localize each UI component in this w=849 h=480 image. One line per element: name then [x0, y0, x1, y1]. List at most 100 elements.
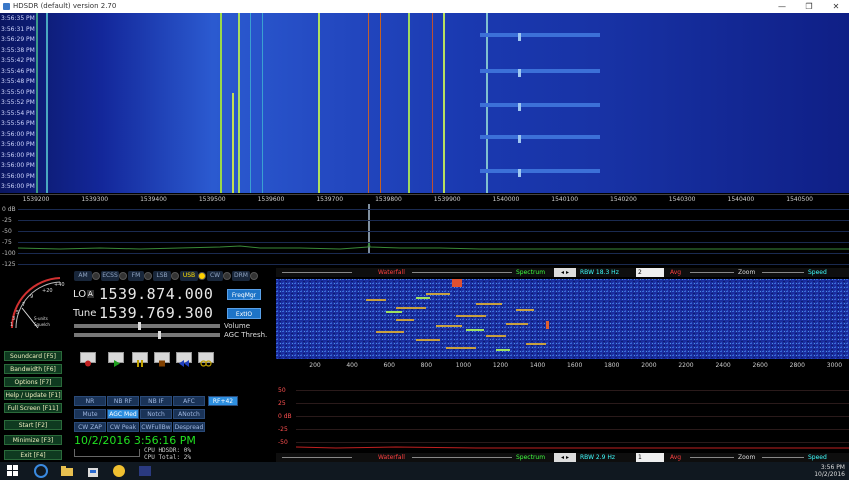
play-button[interactable] [108, 352, 124, 367]
speed-label: Speed [808, 269, 827, 276]
audio-spectrum-graphic [295, 446, 849, 449]
stop-button[interactable] [154, 352, 170, 367]
windows-start-icon[interactable] [6, 464, 20, 478]
maximize-window-button[interactable]: ❐ [797, 0, 821, 13]
exit-button[interactable]: Exit [F4] [4, 450, 62, 460]
audio-spectrum[interactable]: 50 25 0 dB -25 -50 [276, 371, 849, 451]
spectrum-gridline [18, 253, 849, 254]
zoom-label: Zoom [738, 269, 756, 276]
nb-rf-button[interactable]: NB RF [107, 396, 139, 406]
audio-scale-label: 3000 [826, 362, 843, 369]
agc-threshold-slider-knob[interactable] [158, 331, 161, 339]
mode-usb[interactable]: USB [180, 271, 198, 281]
mode-am[interactable]: AM [74, 271, 92, 281]
freqmgr-button[interactable]: FreqMgr [227, 289, 261, 300]
rbw-stepper[interactable]: ◂ ▸ [554, 268, 576, 277]
hdsdr-taskbar-icon[interactable] [138, 464, 152, 478]
frequency-scale-label: 1539800 [375, 196, 402, 203]
wf-brightness-slider[interactable] [412, 272, 512, 273]
cw-peak-button[interactable]: CW Peak [107, 422, 139, 432]
avg-slider-2[interactable] [690, 457, 734, 458]
minimize-window-button[interactable]: — [770, 0, 794, 13]
rbw-stepper-2[interactable]: ◂ ▸ [554, 453, 576, 462]
app-icon [3, 3, 10, 10]
system-tray-clock[interactable]: 3:56 PM 10/2/2016 [814, 464, 845, 478]
edge-browser-icon[interactable] [34, 464, 48, 478]
mode-ecss[interactable]: ECSS [101, 271, 119, 281]
soundcard-button[interactable]: Soundcard [F5] [4, 351, 62, 361]
despread-button[interactable]: Despread [173, 422, 205, 432]
lo-label: LO [73, 289, 87, 300]
rf-gain-button[interactable]: RF+42 [208, 396, 238, 406]
spectrum-db-label: -50 [2, 228, 12, 235]
audio-waterfall-graphic [276, 279, 849, 359]
rewind-button[interactable] [176, 352, 192, 367]
pause-button[interactable] [132, 352, 148, 367]
mode-fm[interactable]: FM [128, 271, 144, 281]
minimize-button[interactable]: Minimize [F3] [4, 435, 62, 445]
smeter-scale-7: 7 [22, 302, 25, 308]
start-button[interactable]: Start [F2] [4, 420, 62, 430]
pause-icon [137, 360, 143, 367]
led-icon [250, 272, 258, 280]
full-screen-button[interactable]: Full Screen [F11] [4, 403, 62, 413]
avg-select[interactable]: 2 [636, 268, 664, 277]
loop-button[interactable] [198, 352, 214, 367]
nr-button[interactable]: NR [74, 396, 106, 406]
rf-spectrum[interactable]: 0 dB -25 -50 -75 -100 -125 [0, 204, 849, 266]
zoom-slider-2[interactable] [762, 457, 804, 458]
extio-button[interactable]: ExtIO [227, 308, 261, 319]
wf-contrast-slider[interactable] [282, 272, 352, 273]
audio-scale-label: 2200 [678, 362, 694, 369]
close-window-button[interactable]: ✕ [824, 0, 848, 13]
store-icon[interactable] [86, 464, 100, 478]
audio-scale-label: 1400 [529, 362, 546, 369]
avg-slider[interactable] [690, 272, 734, 273]
notch-button[interactable]: Notch [140, 409, 172, 419]
options-button[interactable]: Options [F7] [4, 377, 62, 387]
cwfullbw-button[interactable]: CWFullBw [140, 422, 172, 432]
cw-zap-button[interactable]: CW ZAP [74, 422, 106, 432]
agc-threshold-label: AGC Thresh. [224, 331, 268, 339]
emoji-app-icon[interactable] [112, 464, 126, 478]
waterfall-time-label: 3:55:52 PM [1, 99, 35, 106]
rf-waterfall-graphic [0, 13, 849, 193]
anotch-button[interactable]: ANotch [173, 409, 205, 419]
audio-db-label: 50 [278, 387, 286, 394]
volume-slider[interactable] [74, 322, 220, 330]
wf2-brightness-slider[interactable] [412, 457, 512, 458]
title-bar: HDSDR (default) version 2.70 — ❐ ✕ [0, 0, 849, 13]
agc-threshold-slider[interactable] [74, 331, 220, 339]
audio-scale-label: 1600 [567, 362, 583, 369]
audio-scale-label: 200 [309, 362, 321, 369]
mode-drm[interactable]: DRM [232, 271, 250, 281]
s-meter: +40 +20 9 7 5 3 1 S-units Squelch [4, 272, 66, 334]
waterfall-time-label: 3:55:46 PM [1, 67, 35, 75]
spectrum-gridline [18, 264, 849, 265]
afc-button[interactable]: AFC [173, 396, 205, 406]
tune-frequency-value[interactable]: 1539.769.300 [99, 304, 213, 322]
waterfall-time-label: 3:56:00 PM [1, 162, 35, 169]
rf-waterfall[interactable]: 3:56:35 PM 3:56:31 PM 3:56:29 PM 3:55:38 PM… [0, 13, 849, 193]
avg-select-2[interactable]: 1 [636, 453, 664, 462]
datetime-display: 10/2/2016 3:56:16 PM [74, 434, 196, 447]
lo-frequency-value[interactable]: 1539.874.000 [99, 285, 213, 303]
smeter-scale-5: 5 [16, 310, 19, 316]
zoom-slider[interactable] [762, 272, 804, 273]
nb-if-button[interactable]: NB IF [140, 396, 172, 406]
mute-button[interactable]: Mute [74, 409, 106, 419]
rbw-value: RBW 18.3 Hz [580, 269, 619, 276]
cpu-total: CPU Total: 2% [144, 454, 191, 461]
frequency-scale[interactable]: 1539200 1539300 1539400 1539500 1539600 15397… [0, 194, 849, 204]
audio-scale-label: 2800 [789, 362, 805, 369]
file-explorer-icon[interactable] [60, 464, 74, 478]
agc-med-button[interactable]: AGC Med [107, 409, 139, 419]
mode-cw[interactable]: CW [207, 271, 223, 281]
wf2-contrast-slider[interactable] [282, 457, 352, 458]
bandwidth-button[interactable]: Bandwidth [F6] [4, 364, 62, 374]
volume-slider-knob[interactable] [138, 322, 141, 330]
help-update-button[interactable]: Help / Update [F1] [4, 390, 62, 400]
record-button[interactable] [80, 352, 96, 367]
mode-lsb[interactable]: LSB [153, 271, 171, 281]
audio-waterfall[interactable] [276, 279, 849, 359]
